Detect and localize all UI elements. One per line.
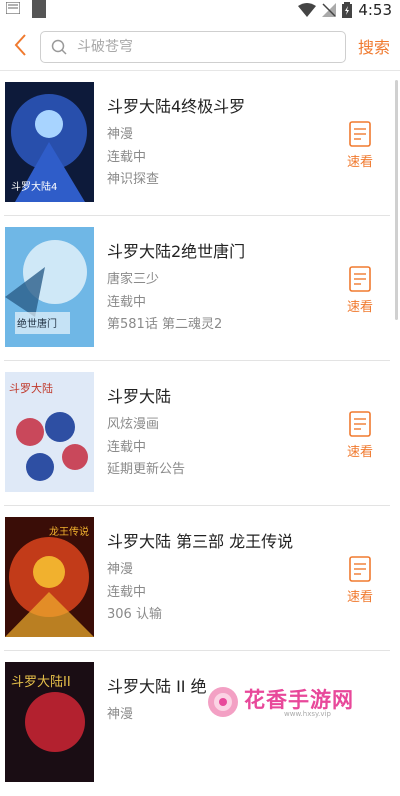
latest-chapter: 延期更新公告 <box>107 462 186 477</box>
comic-title[interactable]: 斗罗大陆2绝世唐门 <box>107 238 245 262</box>
comic-title[interactable]: 斗罗大陆4终极斗罗 <box>107 93 245 117</box>
back-arrow-icon[interactable] <box>10 32 32 58</box>
comic-status: 连载中 <box>107 585 147 600</box>
quick-read-label: 速看 <box>346 155 373 170</box>
search-icon <box>51 39 67 55</box>
quick-read-label: 速看 <box>346 300 373 315</box>
book-icon <box>349 121 371 147</box>
comic-status: 连载中 <box>107 150 147 165</box>
search-button[interactable]: 搜索 <box>358 34 390 58</box>
quick-read-button[interactable]: 速看 <box>338 266 382 315</box>
battery-icon <box>342 2 353 18</box>
svg-text:斗罗大陆: 斗罗大陆 <box>9 381 53 395</box>
latest-chapter: 306 认输 <box>107 607 162 622</box>
comic-author: 神漫 <box>107 562 134 577</box>
comic-cover[interactable]: 斗罗大陆 <box>5 372 94 492</box>
scrollbar[interactable] <box>395 80 398 320</box>
search-header: 搜索 <box>0 20 400 71</box>
list-item[interactable]: 斗罗大陆 斗罗大陆 风炫漫画 连载中 延期更新公告 速看 <box>0 361 400 506</box>
list-item[interactable]: 龙王传说 斗罗大陆 第三部 龙王传说 神漫 连载中 306 认输 速看 <box>0 506 400 651</box>
comic-author: 神漫 <box>107 127 134 142</box>
status-bar: 4:53 <box>0 0 400 20</box>
comic-cover[interactable]: 斗罗大陆4 <box>5 82 94 202</box>
wifi-icon <box>298 3 317 17</box>
list-item[interactable]: 绝世唐门 斗罗大陆2绝世唐门 唐家三少 连载中 第581话 第二魂灵2 速看 <box>0 216 400 361</box>
notification-icon <box>6 2 20 14</box>
comic-status: 连载中 <box>107 295 147 310</box>
comic-author: 唐家三少 <box>107 272 160 287</box>
comic-title[interactable]: 斗罗大陆 第三部 龙王传说 <box>107 528 293 552</box>
book-icon <box>349 556 371 582</box>
comic-cover[interactable]: 绝世唐门 <box>5 227 94 347</box>
search-input[interactable] <box>77 32 327 62</box>
quick-read-button[interactable]: 速看 <box>338 556 382 605</box>
comic-status: 连载中 <box>107 440 147 455</box>
quick-read-button[interactable]: 速看 <box>338 411 382 460</box>
comic-title[interactable]: 斗罗大陆 II 绝 <box>107 673 207 697</box>
comic-cover[interactable]: 斗罗大陆II <box>5 662 94 782</box>
search-box[interactable] <box>40 31 346 63</box>
clock: 4:53 <box>358 1 392 19</box>
app-notification-icon <box>32 0 46 18</box>
svg-text:斗罗大陆4: 斗罗大陆4 <box>11 180 57 193</box>
book-icon <box>349 411 371 437</box>
quick-read-label: 速看 <box>346 445 373 460</box>
latest-chapter: 第581话 第二魂灵2 <box>107 317 223 332</box>
quick-read-button[interactable]: 速看 <box>338 121 382 170</box>
watermark-url: www.hxsy.vip <box>284 710 331 718</box>
watermark: 花香手游网 www.hxsy.vip <box>206 682 396 722</box>
latest-chapter: 神识探查 <box>107 172 160 187</box>
svg-text:斗罗大陆II: 斗罗大陆II <box>11 674 71 690</box>
no-signal-icon <box>322 3 337 17</box>
comic-cover[interactable]: 龙王传说 <box>5 517 94 637</box>
comic-author: 神漫 <box>107 707 134 722</box>
list-item[interactable]: 斗罗大陆4 斗罗大陆4终极斗罗 神漫 连载中 神识探查 速看 <box>0 71 400 216</box>
quick-read-label: 速看 <box>346 590 373 605</box>
svg-text:龙王传说: 龙王传说 <box>49 525 89 538</box>
comic-author: 风炫漫画 <box>107 417 160 432</box>
book-icon <box>349 266 371 292</box>
svg-text:绝世唐门: 绝世唐门 <box>17 317 57 330</box>
comic-title[interactable]: 斗罗大陆 <box>107 383 171 407</box>
flower-logo-icon <box>208 687 238 717</box>
